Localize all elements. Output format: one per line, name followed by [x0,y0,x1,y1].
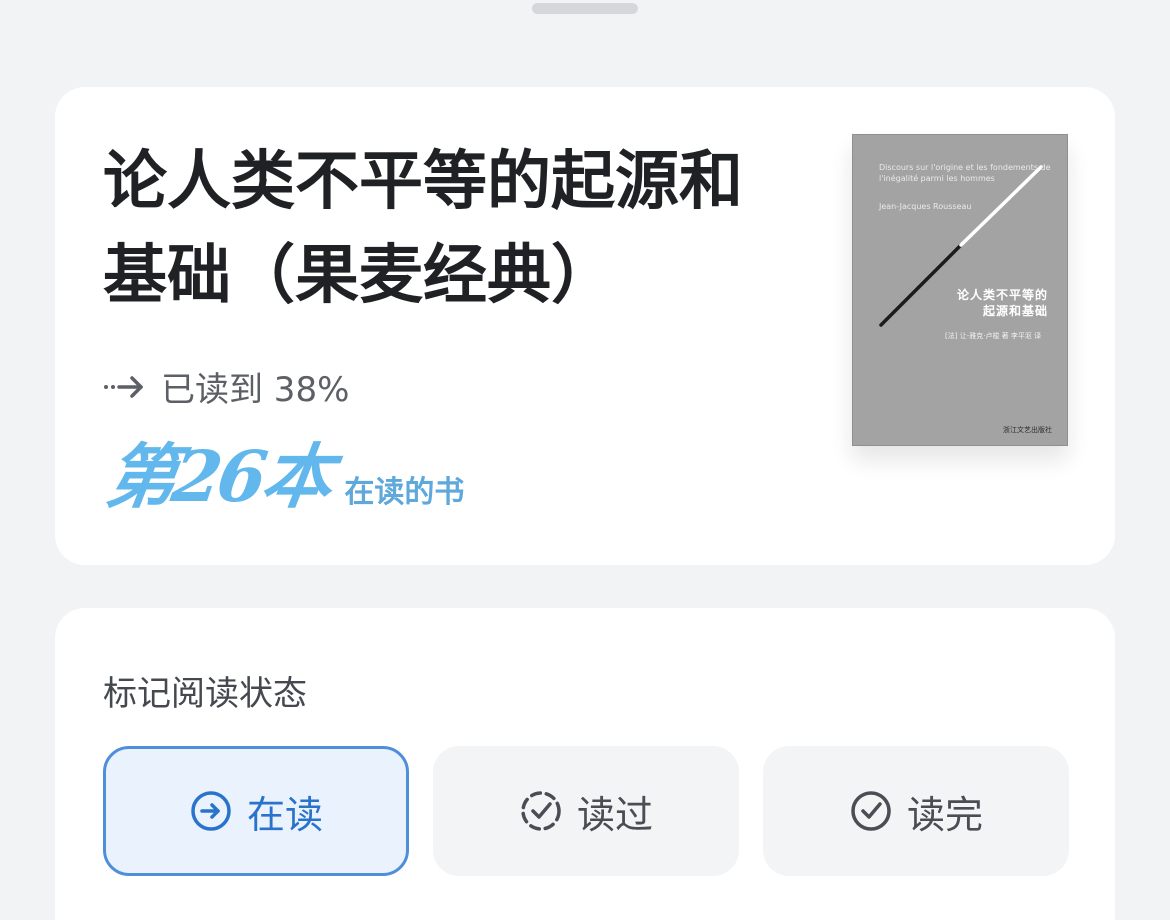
cover-subtitle-fr-1: Discours sur l'origine et les fondements… [879,163,1051,172]
cover-credits: [法] 让-雅克·卢梭 著 李平沤 译 [945,332,1042,340]
book-cover[interactable]: Discours sur l'origine et les fondements… [852,134,1068,446]
status-reading-button[interactable]: 在读 [103,746,409,876]
status-finished-label: 读完 [906,792,983,837]
reading-rank-badge: 第26本 在读的书 [101,427,465,518]
dashed-check-icon [519,789,563,833]
bottom-sheet: 论人类不平等的起源和基础（果麦经典） 已读到 38% 第26本 在读的书 Dis [0,0,1170,920]
status-read-before-label: 读过 [576,792,653,837]
reading-status-card: 标记阅读状态 在读 读过 读完 [55,608,1115,920]
status-finished-button[interactable]: 读完 [763,746,1069,876]
status-reading-label: 在读 [246,792,323,837]
cover-publisher: 浙江文艺出版社 [1003,426,1052,434]
drag-handle[interactable] [532,3,638,14]
rank-label: 在读的书 [344,475,465,510]
book-title: 论人类不平等的起源和基础（果麦经典） [103,144,743,313]
cover-author-en: Jean-Jacques Rousseau [879,202,972,211]
cover-subtitle-fr-2: l'inégalité parmi les hommes [879,174,995,183]
book-info-card: 论人类不平等的起源和基础（果麦经典） 已读到 38% 第26本 在读的书 Dis [55,87,1115,565]
status-read-before-button[interactable]: 读过 [433,746,739,876]
reading-progress: 已读到 38% [103,363,350,410]
arrow-circle-icon [189,789,233,833]
cover-title: 论人类不平等的起源和基础 [956,288,1048,318]
progress-text: 已读到 38% [161,369,350,410]
rank-number: 第26本 [101,435,335,518]
check-circle-icon [849,789,893,833]
dotted-arrow-icon [103,371,147,401]
status-heading: 标记阅读状态 [103,674,307,714]
